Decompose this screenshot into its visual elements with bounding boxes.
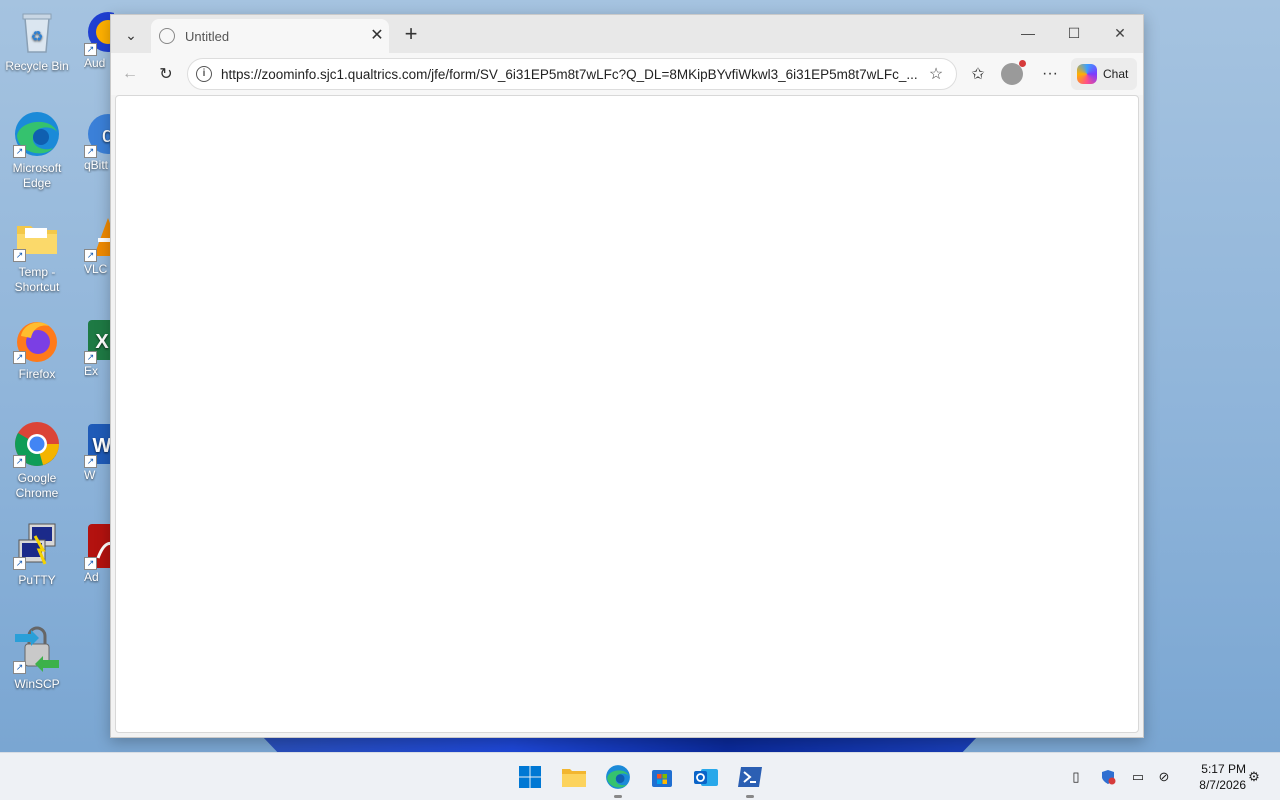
site-info-icon[interactable]: i — [196, 66, 212, 82]
shortcut-arrow-icon: ↗ — [13, 145, 26, 158]
shortcut-arrow-icon: ↗ — [84, 455, 97, 468]
desktop-icon-putty[interactable]: ↗ PuTTY — [0, 522, 74, 588]
maximize-button[interactable]: ☐ — [1051, 15, 1097, 51]
shortcut-arrow-icon: ↗ — [84, 43, 97, 56]
network-disconnected-icon[interactable]: ⊘ — [1154, 767, 1174, 787]
taskbar-file-explorer[interactable] — [558, 761, 590, 793]
svg-text:X: X — [95, 331, 109, 353]
shortcut-arrow-icon: ↗ — [84, 249, 97, 262]
putty-icon: ↗ — [13, 522, 61, 570]
running-indicator — [614, 795, 622, 798]
winscp-icon: ↗ — [13, 626, 61, 674]
wallpaper-bloom — [262, 736, 978, 752]
copilot-chat-button[interactable]: Chat — [1071, 58, 1137, 90]
chevron-down-icon: ⌄ — [125, 26, 137, 43]
tab-strip: ⌄ Untitled ✕ + — ☐ ✕ — [111, 15, 1143, 53]
running-indicator — [746, 795, 754, 798]
notification-bell-icon[interactable]: ⚙ — [1244, 767, 1264, 787]
windows-logo-icon — [519, 766, 541, 788]
notification-dot — [1019, 60, 1026, 67]
chrome-icon: ↗ — [13, 420, 61, 468]
desktop-icon-label: Recycle Bin — [5, 59, 69, 73]
firefox-icon: ↗ — [13, 316, 61, 364]
recycle-bin-icon: ♻ — [13, 8, 61, 56]
tab-close-button[interactable]: ✕ — [365, 24, 389, 48]
tab-title: Untitled — [185, 28, 230, 44]
folder-icon — [562, 769, 586, 787]
desktop-icon-label: WinSCP — [14, 677, 60, 691]
shortcut-arrow-icon: ↗ — [13, 351, 26, 364]
new-tab-button[interactable]: + — [397, 22, 425, 48]
outlook-icon — [694, 769, 718, 786]
shortcut-arrow-icon: ↗ — [84, 557, 97, 570]
usb-device-icon[interactable]: ▯ — [1066, 767, 1086, 787]
tab-untitled[interactable]: Untitled ✕ — [151, 19, 389, 53]
store-icon — [652, 770, 672, 787]
desktop-icon-winscp[interactable]: ↗ WinSCP — [0, 626, 74, 692]
security-shield-icon[interactable] — [1098, 767, 1118, 787]
desktop-icon-edge[interactable]: ↗ Microsoft Edge — [0, 110, 74, 191]
shortcut-arrow-icon: ↗ — [84, 351, 97, 364]
tab-actions-menu-button[interactable]: ⌄ — [117, 22, 145, 48]
browser-window: ⌄ Untitled ✕ + — ☐ ✕ ← ↻ i https://zoomi… — [110, 14, 1144, 738]
display-icon[interactable]: ▭ — [1128, 767, 1148, 787]
taskbar-powershell[interactable] — [734, 761, 766, 798]
url-text[interactable]: https://zoominfo.sjc1.qualtrics.com/jfe/… — [221, 67, 924, 82]
taskbar-outlook[interactable] — [690, 761, 722, 793]
shortcut-arrow-icon: ↗ — [13, 455, 26, 468]
close-window-button[interactable]: ✕ — [1097, 15, 1143, 51]
desktop-icon-label: Google Chrome — [15, 471, 59, 500]
more-options-button[interactable]: ··· — [1035, 59, 1065, 89]
favorite-star-icon[interactable]: ☆ — [924, 64, 948, 84]
favorites-button[interactable]: ✩ — [963, 59, 993, 89]
shortcut-arrow-icon: ↗ — [13, 249, 26, 262]
desktop-icon-label: Temp - Shortcut — [14, 265, 60, 294]
taskbar-edge[interactable] — [602, 761, 634, 798]
edge-icon — [606, 765, 630, 789]
desktop-icon-chrome[interactable]: ↗ Google Chrome — [0, 420, 74, 501]
taskbar: ▯ ▭ ⊘ 5:17 PM 8/7/2026 ⚙ — [0, 752, 1280, 800]
taskbar-microsoft-store[interactable] — [646, 761, 678, 793]
chat-label: Chat — [1103, 67, 1129, 81]
desktop-icon-label: Firefox — [18, 367, 56, 381]
browser-toolbar: ← ↻ i https://zoominfo.sjc1.qualtrics.co… — [111, 53, 1143, 95]
favorites-list-icon: ✩ — [971, 66, 985, 83]
desktop-icon-label: PuTTY — [18, 573, 56, 587]
clock-date: 8/7/2026 — [1199, 778, 1246, 792]
shortcut-arrow-icon: ↗ — [13, 661, 26, 674]
address-bar[interactable]: i https://zoominfo.sjc1.qualtrics.com/jf… — [187, 58, 957, 90]
desktop-icon-label: Microsoft Edge — [12, 161, 62, 190]
start-button[interactable] — [514, 761, 546, 793]
clock-time: 5:17 PM — [1201, 762, 1246, 776]
folder-icon: ↗ — [13, 214, 61, 262]
system-clock[interactable]: 5:17 PM 8/7/2026 — [1182, 761, 1246, 793]
desktop-icon-recycle-bin[interactable]: ♻ Recycle Bin — [0, 8, 74, 74]
minimize-button[interactable]: — — [1005, 15, 1051, 51]
page-viewport[interactable] — [115, 95, 1139, 733]
desktop-icon-temp-shortcut[interactable]: ↗ Temp - Shortcut — [0, 214, 74, 295]
profile-avatar[interactable] — [1001, 60, 1026, 85]
powershell-icon — [738, 767, 762, 787]
svg-text:W: W — [93, 435, 112, 457]
shortcut-arrow-icon: ↗ — [84, 145, 97, 158]
back-button[interactable]: ← — [115, 59, 145, 89]
edge-icon: ↗ — [13, 110, 61, 158]
refresh-button[interactable]: ↻ — [151, 59, 181, 89]
copilot-icon — [1077, 64, 1097, 84]
shortcut-arrow-icon: ↗ — [13, 557, 26, 570]
svg-text:♻: ♻ — [31, 28, 44, 44]
ellipsis-icon: ··· — [1042, 65, 1058, 82]
globe-icon — [159, 28, 175, 44]
desktop-icon-firefox[interactable]: ↗ Firefox — [0, 316, 74, 382]
